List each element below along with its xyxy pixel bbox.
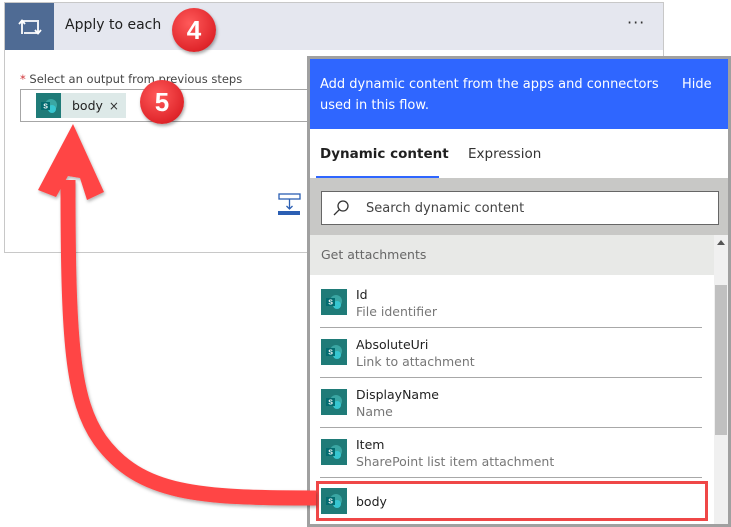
more-options-button[interactable]: ···	[627, 13, 645, 32]
panel-banner: Add dynamic content from the apps and co…	[310, 59, 728, 129]
card-title: Apply to each	[65, 17, 162, 33]
item-description: Link to attachment	[356, 354, 475, 369]
panel-tabs: Dynamic content Expression	[310, 129, 728, 179]
sharepoint-icon: S	[36, 93, 61, 118]
svg-text:S: S	[43, 103, 48, 110]
list-item-item[interactable]: S Item SharePoint list item attachment	[310, 428, 702, 478]
scrollbar[interactable]	[714, 235, 728, 524]
sharepoint-icon: S	[321, 339, 347, 365]
loop-icon	[5, 3, 54, 50]
item-name: body	[356, 494, 387, 509]
search-placeholder: Search dynamic content	[366, 200, 525, 216]
svg-text:S: S	[328, 499, 333, 506]
scroll-up-arrow-icon[interactable]	[717, 240, 725, 245]
item-name: Item	[356, 437, 385, 452]
list-item-body[interactable]: S body	[316, 481, 708, 521]
sharepoint-icon: S	[321, 389, 347, 415]
svg-text:S: S	[328, 300, 333, 307]
hide-button[interactable]: Hide	[682, 77, 712, 92]
item-description: SharePoint list item attachment	[356, 454, 555, 469]
item-name: DisplayName	[356, 387, 439, 402]
svg-text:S: S	[328, 450, 333, 457]
svg-text:S: S	[328, 400, 333, 407]
step-badge-4: 4	[172, 8, 216, 52]
field-label: * Select an output from previous steps	[20, 72, 242, 86]
item-description: Name	[356, 404, 393, 419]
field-label-text: Select an output from previous steps	[29, 72, 243, 86]
item-name: Id	[356, 287, 368, 302]
search-area: Search dynamic content	[310, 178, 728, 235]
required-marker: *	[20, 72, 26, 86]
list-item-absoluteuri[interactable]: S AbsoluteUri Link to attachment	[310, 328, 702, 378]
list-item-displayname[interactable]: S DisplayName Name	[310, 378, 702, 428]
item-description: File identifier	[356, 304, 437, 319]
list-item-id[interactable]: S Id File identifier	[310, 278, 702, 328]
svg-text:S: S	[328, 350, 333, 357]
section-header-get-attachments[interactable]: Get attachments	[310, 235, 714, 275]
search-icon	[333, 200, 349, 216]
tab-dynamic-content[interactable]: Dynamic content	[320, 146, 449, 162]
banner-text: Add dynamic content from the apps and co…	[320, 77, 659, 113]
divider	[320, 477, 702, 478]
sharepoint-icon: S	[321, 488, 347, 514]
search-input[interactable]: Search dynamic content	[321, 191, 719, 225]
tab-expression[interactable]: Expression	[468, 146, 541, 162]
token-label: body	[72, 98, 103, 113]
step-badge-5: 5	[140, 80, 184, 124]
item-name: AbsoluteUri	[356, 337, 429, 352]
sharepoint-icon: S	[321, 289, 347, 315]
section-title: Get attachments	[321, 247, 427, 262]
sharepoint-icon: S	[321, 439, 347, 465]
scroll-thumb[interactable]	[715, 285, 727, 435]
insert-step-icon[interactable]	[278, 193, 302, 219]
card-header[interactable]: Apply to each ···	[5, 3, 663, 50]
remove-token-button[interactable]: ×	[109, 99, 119, 113]
body-token[interactable]: S body ×	[36, 93, 126, 118]
dynamic-content-list: Get attachments S Id File identifier S A…	[310, 235, 714, 524]
dynamic-content-panel: Add dynamic content from the apps and co…	[307, 56, 731, 527]
